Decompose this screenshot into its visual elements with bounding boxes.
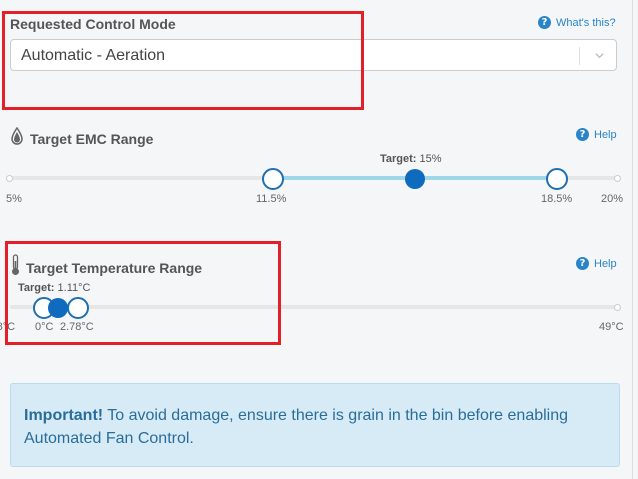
question-icon: ? xyxy=(576,128,589,141)
important-alert: Important! To avoid damage, ensure there… xyxy=(10,383,620,467)
chevron-down-icon[interactable] xyxy=(595,51,604,60)
temperature-max-label: 49°C xyxy=(599,321,624,333)
emc-target-knob[interactable] xyxy=(405,169,425,189)
emc-target-prefix: Target: xyxy=(380,153,417,165)
emc-range-title: Target EMC Range xyxy=(30,131,154,147)
whats-this-link[interactable]: ? What's this? xyxy=(538,16,616,29)
highlight-box-control-mode xyxy=(2,11,364,110)
emc-help-label: Help xyxy=(594,128,617,141)
temperature-slider-max-dot xyxy=(614,304,621,311)
alert-text: Important! To avoid damage, ensure there… xyxy=(24,404,614,450)
highlight-box-temperature xyxy=(5,241,281,345)
emc-high-handle-label: 18.5% xyxy=(541,193,573,205)
emc-low-handle-label: 11.5% xyxy=(256,193,287,205)
emc-low-handle[interactable] xyxy=(262,168,284,190)
select-separator xyxy=(579,47,580,65)
emc-target-label: Target: 15% xyxy=(380,153,442,165)
temperature-help-link[interactable]: ? Help xyxy=(576,257,617,270)
question-icon: ? xyxy=(576,257,589,270)
emc-high-handle[interactable] xyxy=(546,168,568,190)
right-edge-divider xyxy=(632,0,633,479)
emc-max-label: 20% xyxy=(601,193,624,205)
water-drop-icon xyxy=(11,127,23,145)
emc-slider-max-dot xyxy=(614,175,621,182)
emc-help-link[interactable]: ? Help xyxy=(576,128,617,141)
alert-message: To avoid damage, ensure there is grain i… xyxy=(24,407,569,447)
emc-slider-min-dot xyxy=(6,175,13,182)
question-icon: ? xyxy=(538,16,551,29)
emc-target-value: 15% xyxy=(419,153,442,165)
emc-min-label: 5% xyxy=(6,193,22,205)
temperature-help-label: Help xyxy=(594,257,617,270)
whats-this-label: What's this? xyxy=(556,16,616,29)
alert-strong: Important! xyxy=(24,407,104,424)
